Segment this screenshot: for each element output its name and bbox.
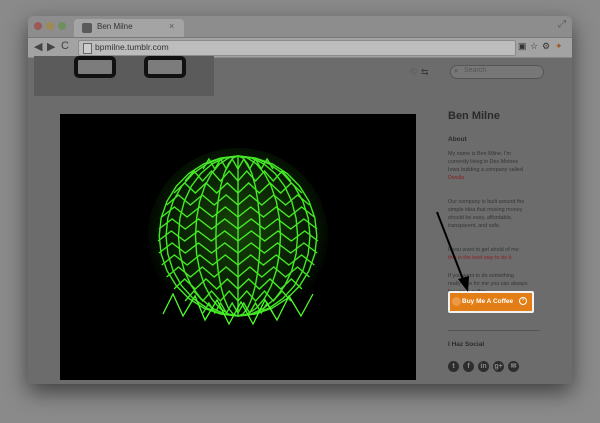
buy-me-a-coffee-button[interactable]: Buy Me A Coffee › xyxy=(448,291,534,313)
wireframe-sphere xyxy=(148,148,328,326)
page-viewport: ♡ ⇆ ⌕ Search Ben Milne About My name is … xyxy=(28,56,572,384)
text-line: If you want to do something xyxy=(448,273,514,279)
page-icon xyxy=(83,43,92,54)
text-line: Our company is built around the xyxy=(448,199,525,205)
tab-title: Ben Milne xyxy=(97,22,133,31)
title-bar: Ben Milne × ⤢ xyxy=(28,16,572,38)
browser-tab[interactable]: Ben Milne × xyxy=(74,19,184,37)
extension-icon[interactable]: ✦ xyxy=(555,41,563,52)
glasses-right xyxy=(144,56,186,78)
email-icon[interactable]: ✉ xyxy=(508,361,519,372)
reload-button[interactable]: C xyxy=(61,40,69,52)
reblog-icon[interactable]: ⇆ xyxy=(421,67,429,78)
glasses-left xyxy=(74,56,116,78)
sidebar-divider xyxy=(448,330,540,331)
search-input[interactable]: ⌕ Search xyxy=(450,65,544,79)
fullscreen-icon[interactable]: ⤢ xyxy=(558,19,566,30)
tumblr-favicon-icon xyxy=(82,23,92,33)
text-line: currently living in Des Moines xyxy=(448,159,519,165)
coffee-cup-icon xyxy=(452,297,461,306)
like-icon[interactable]: ♡ xyxy=(410,67,418,78)
text-line: My name is Ben Milne. I'm xyxy=(448,151,512,157)
post-image[interactable] xyxy=(60,114,416,380)
browser-toolbar: ◀ ▶ C bpmilne.tumblr.com ▣ ☆ ⚙ ✦ xyxy=(28,38,572,58)
coffee-button-label: Buy Me A Coffee xyxy=(462,298,514,305)
zoom-window-button[interactable] xyxy=(58,22,66,30)
text-line: transparent, and safe. xyxy=(448,223,501,229)
contact-link[interactable]: this is the best way to do it. xyxy=(448,254,519,262)
about-heading: About xyxy=(448,136,467,143)
googleplus-icon[interactable]: g+ xyxy=(493,361,504,372)
star-icon[interactable]: ☆ xyxy=(530,41,538,52)
dwolla-link[interactable]: Dwolla xyxy=(448,174,523,182)
url-text: bpmilne.tumblr.com xyxy=(95,42,169,52)
minimize-window-button[interactable] xyxy=(46,22,54,30)
address-bar[interactable]: bpmilne.tumblr.com xyxy=(78,40,516,56)
twitter-icon[interactable]: t xyxy=(448,361,459,372)
linkedin-icon[interactable]: in xyxy=(478,361,489,372)
wrench-icon[interactable]: ⚙ xyxy=(542,41,550,52)
search-icon: ⌕ xyxy=(454,66,459,75)
facebook-icon[interactable]: f xyxy=(463,361,474,372)
tab-close-icon[interactable]: × xyxy=(169,21,174,31)
about-paragraph-3: If you want to get ahold of me this is t… xyxy=(448,246,519,262)
close-window-button[interactable] xyxy=(34,22,42,30)
search-placeholder: Search xyxy=(464,67,487,74)
text-line: should be easy, affordable, xyxy=(448,215,513,221)
browser-window: Ben Milne × ⤢ ◀ ▶ C bpmilne.tumblr.com ▣… xyxy=(28,16,572,384)
text-line: really nice for me you can always xyxy=(448,281,528,287)
text-line: If you want to get ahold of me xyxy=(448,247,519,253)
about-paragraph-2: Our company is built around the simple i… xyxy=(448,198,524,230)
header-avatar xyxy=(34,56,214,96)
translate-icon[interactable]: ▣ xyxy=(518,41,527,52)
back-button[interactable]: ◀ xyxy=(34,40,42,53)
social-heading: I Haz Social xyxy=(448,341,485,348)
text-line: simple idea that moving money xyxy=(448,207,523,213)
text-line: Iowa building a company called xyxy=(448,167,523,173)
about-paragraph-1: My name is Ben Milne. I'm currently livi… xyxy=(448,150,523,182)
arrow-right-icon: › xyxy=(519,297,527,305)
blog-title[interactable]: Ben Milne xyxy=(448,110,500,122)
forward-button[interactable]: ▶ xyxy=(47,40,55,53)
